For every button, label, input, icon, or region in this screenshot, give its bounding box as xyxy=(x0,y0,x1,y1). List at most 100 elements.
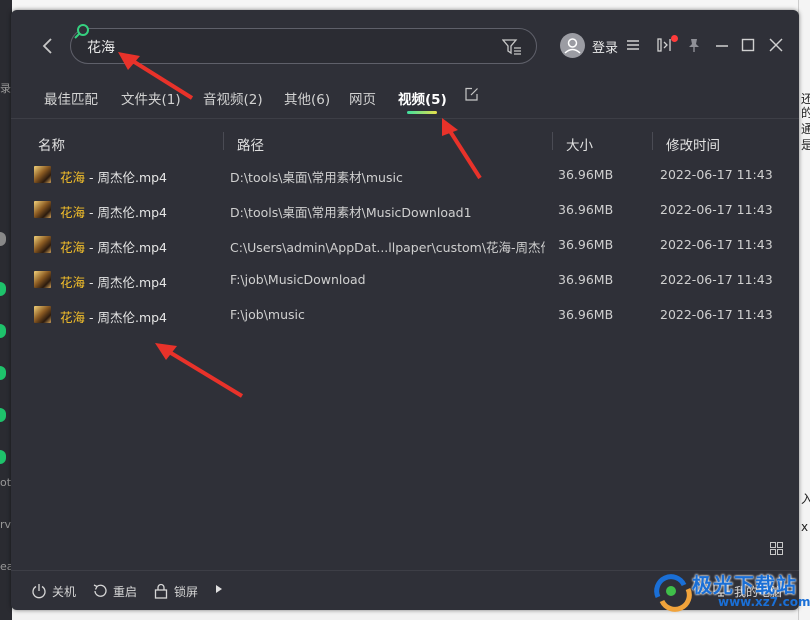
file-path: F:\job\MusicDownload xyxy=(230,272,366,287)
background-right-text: 的 xyxy=(801,106,810,120)
watermark-logo-icon xyxy=(654,574,692,612)
background-status-dot xyxy=(0,408,6,422)
dock-side-icon[interactable] xyxy=(656,36,672,54)
file-name: 花海 - 周杰伦.mp4 xyxy=(60,307,167,326)
video-file-icon xyxy=(34,166,51,183)
file-name-highlight: 花海 xyxy=(60,205,86,220)
background-left-text: 录 xyxy=(0,82,11,95)
back-arrow-icon[interactable] xyxy=(39,34,57,58)
file-path: D:\tools\桌面\常用素材\MusicDownload1 xyxy=(230,205,472,220)
lock-screen-button[interactable]: 锁屏 xyxy=(153,582,201,600)
background-right-text: 是 xyxy=(801,138,810,152)
lock-screen-label: 锁屏 xyxy=(174,585,199,599)
file-modified: 2022-06-17 11:43 xyxy=(660,237,773,252)
background-right-text: x xyxy=(801,520,809,534)
column-header-modified[interactable]: 修改时间 xyxy=(666,134,720,154)
grid-view-icon[interactable] xyxy=(770,542,783,555)
lock-icon xyxy=(154,583,168,599)
background-left-text: rv xyxy=(0,518,12,531)
file-modified: 2022-06-17 11:43 xyxy=(660,272,773,287)
file-path: F:\job\music xyxy=(230,307,305,322)
file-name: 花海 - 周杰伦.mp4 xyxy=(60,202,167,221)
notification-dot xyxy=(671,35,678,42)
minimize-icon[interactable] xyxy=(714,36,730,54)
column-resize-handle[interactable] xyxy=(223,132,224,150)
pin-icon[interactable] xyxy=(686,36,702,54)
shutdown-label: 关机 xyxy=(52,585,77,599)
file-name: 花海 - 周杰伦.mp4 xyxy=(60,272,167,291)
edit-tabs-icon[interactable] xyxy=(464,87,479,102)
background-status-dot xyxy=(0,366,6,380)
column-resize-handle[interactable] xyxy=(552,132,553,150)
file-size: 36.96MB xyxy=(558,272,614,287)
background-right-strip: 还 的 通 是 入 x xyxy=(798,0,810,620)
file-name-highlight: 花海 xyxy=(60,240,86,255)
expand-arrow-icon[interactable] xyxy=(216,585,222,593)
background-status-dot xyxy=(0,324,6,338)
background-status-dot xyxy=(0,282,6,296)
file-name-highlight: 花海 xyxy=(60,310,86,325)
restart-label: 重启 xyxy=(113,585,138,599)
file-size: 36.96MB xyxy=(558,237,614,252)
file-name-rest: - 周杰伦.mp4 xyxy=(85,170,168,185)
restart-icon xyxy=(93,584,107,597)
background-right-text: 还 xyxy=(801,92,810,106)
watermark: 极光下载站 www.xz7.com xyxy=(648,567,810,620)
file-path: D:\tools\桌面\常用素材\music xyxy=(230,170,403,185)
background-left-text: ot xyxy=(0,476,12,489)
background-status-dot xyxy=(0,450,6,464)
table-row[interactable]: 花海 - 周杰伦.mp4 D:\tools\桌面\常用素材\MusicDownl… xyxy=(11,193,799,228)
file-name-rest: - 周杰伦.mp4 xyxy=(85,205,168,220)
column-resize-handle[interactable] xyxy=(652,132,653,150)
file-name-highlight: 花海 xyxy=(60,170,86,185)
video-file-icon xyxy=(34,306,51,323)
table-row[interactable]: 花海 - 周杰伦.mp4 F:\job\MusicDownload 36.96M… xyxy=(11,263,799,298)
maximize-icon[interactable] xyxy=(740,36,756,54)
close-icon[interactable] xyxy=(768,36,784,54)
restart-button[interactable]: 重启 xyxy=(92,582,140,600)
tab-video[interactable]: 视频(5) xyxy=(398,88,447,108)
file-name-rest: - 周杰伦.mp4 xyxy=(85,275,168,290)
file-modified: 2022-06-17 11:43 xyxy=(660,202,773,217)
filter-icon[interactable] xyxy=(502,38,522,56)
column-header-size[interactable]: 大小 xyxy=(566,134,593,154)
divider xyxy=(11,118,799,119)
background-right-text: 入 xyxy=(801,492,810,506)
active-tab-indicator xyxy=(407,111,437,114)
file-name: 花海 - 周杰伦.mp4 xyxy=(60,237,167,256)
tab-other[interactable]: 其他(6) xyxy=(284,88,330,108)
background-right-text: 通 xyxy=(801,122,810,136)
video-file-icon xyxy=(34,236,51,253)
user-icon xyxy=(564,38,581,54)
background-status-dot xyxy=(0,232,6,246)
table-row[interactable]: 花海 - 周杰伦.mp4 D:\tools\桌面\常用素材\music 36.9… xyxy=(11,158,799,193)
file-size: 36.96MB xyxy=(558,202,614,217)
tab-best-match[interactable]: 最佳匹配 xyxy=(44,88,98,108)
file-size: 36.96MB xyxy=(558,307,614,322)
tab-audio-video[interactable]: 音视频(2) xyxy=(203,88,263,108)
file-modified: 2022-06-17 11:43 xyxy=(660,307,773,322)
menu-icon[interactable] xyxy=(625,36,641,54)
power-icon xyxy=(32,584,46,599)
search-box xyxy=(70,24,537,64)
file-path: C:\Users\admin\AppDat...llpaper\custom\花… xyxy=(230,240,545,255)
video-file-icon xyxy=(34,271,51,288)
shutdown-button[interactable]: 关机 xyxy=(31,582,79,600)
avatar[interactable] xyxy=(560,33,585,58)
file-modified: 2022-06-17 11:43 xyxy=(660,167,773,182)
column-header-name[interactable]: 名称 xyxy=(38,134,65,154)
column-header-path[interactable]: 路径 xyxy=(237,134,264,154)
tab-web[interactable]: 网页 xyxy=(349,88,376,108)
login-button[interactable]: 登录 xyxy=(592,37,618,56)
table-row[interactable]: 花海 - 周杰伦.mp4 C:\Users\admin\AppDat...llp… xyxy=(11,228,799,263)
file-size: 36.96MB xyxy=(558,167,614,182)
file-name-rest: - 周杰伦.mp4 xyxy=(85,240,168,255)
video-file-icon xyxy=(34,201,51,218)
watermark-title: 极光下载站 xyxy=(692,573,797,597)
file-name-highlight: 花海 xyxy=(60,275,86,290)
tab-folders[interactable]: 文件夹(1) xyxy=(121,88,181,108)
table-row[interactable]: 花海 - 周杰伦.mp4 F:\job\music 36.96MB 2022-0… xyxy=(11,298,799,333)
search-input[interactable] xyxy=(87,35,487,59)
file-name-rest: - 周杰伦.mp4 xyxy=(85,310,168,325)
search-window: 登录 最佳匹配 文件夹(1) 音视频(2) 其他(6) 网页 视频(5) 名称 … xyxy=(11,10,799,610)
